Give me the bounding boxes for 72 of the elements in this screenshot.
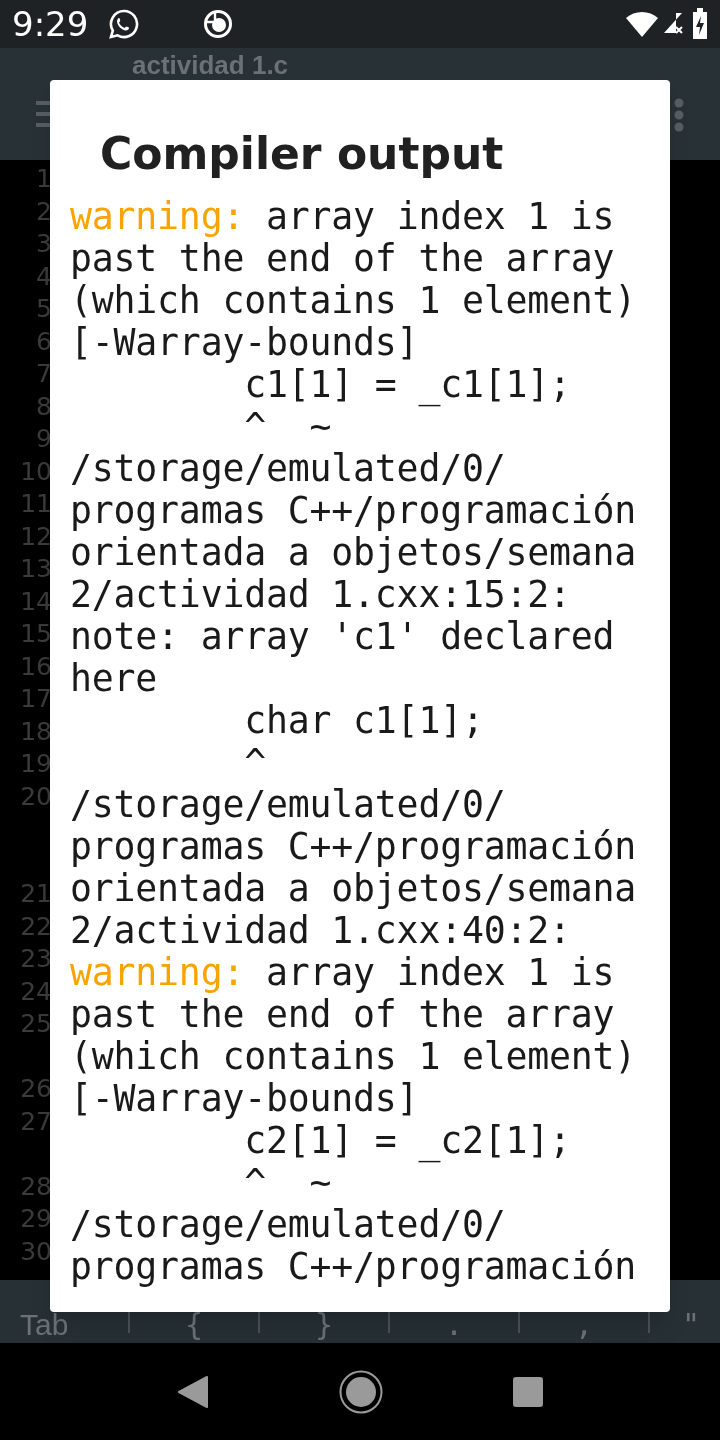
key-button[interactable]: .	[390, 1311, 518, 1339]
line-number: 7	[36, 359, 52, 388]
output-line: here	[70, 658, 158, 700]
line-number: 28	[20, 1171, 52, 1201]
output-line: orientada a objetos/semana	[70, 532, 637, 574]
key-button[interactable]: {	[130, 1311, 258, 1339]
line-number: 1	[36, 164, 52, 193]
output-line: programas C++/programación	[70, 1246, 637, 1288]
status-time: 9:29	[12, 7, 89, 41]
back-icon[interactable]	[177, 1374, 209, 1409]
output-line: /storage/emulated/0/	[70, 1204, 506, 1246]
line-number: 23	[20, 944, 52, 973]
output-line: 2/actividad 1.cxx:40:2:	[70, 910, 571, 952]
line-number: 17	[20, 684, 52, 713]
line-number: 8	[36, 391, 52, 421]
output-line: /storage/emulated/0/	[70, 448, 506, 490]
line-number: 10	[20, 456, 52, 486]
ring-icon	[202, 8, 235, 40]
line-number: 21	[20, 879, 52, 908]
line-number: 14	[20, 586, 52, 616]
key-button[interactable]: "	[650, 1311, 700, 1339]
line-number: 11	[20, 489, 52, 518]
wifi-icon	[626, 11, 658, 37]
output-line: ^	[243, 742, 266, 784]
output-line: 2/actividad 1.cxx:15:2:	[70, 574, 571, 616]
output-line: past the end of the array	[70, 238, 615, 280]
output-line: (which contains 1 element)	[70, 1036, 637, 1078]
output-line: [-Warray-bounds]	[70, 1078, 419, 1120]
chat-bubble-icon	[108, 8, 141, 40]
output-line: ^ ~	[243, 1162, 332, 1204]
line-number: 4	[36, 261, 52, 291]
output-line: programas C++/programación	[70, 490, 637, 532]
line-number: 2	[36, 196, 52, 226]
line-number: 30	[20, 1236, 52, 1266]
output-line: past the end of the array	[70, 994, 615, 1036]
line-number: 22	[20, 911, 52, 941]
recents-icon[interactable]	[513, 1376, 543, 1407]
key-button[interactable]: }	[260, 1311, 388, 1339]
line-number: 27	[20, 1106, 52, 1136]
output-line: [-Warray-bounds]	[70, 322, 419, 364]
line-number: 15	[20, 619, 52, 648]
home-icon[interactable]	[339, 1369, 383, 1414]
line-number: 12	[20, 521, 52, 551]
key-button[interactable]: ,	[520, 1311, 648, 1339]
output-line: warning: array index 1 is	[70, 196, 615, 238]
line-number: 18	[20, 716, 52, 746]
line-number: 25	[20, 1009, 52, 1038]
battery-icon	[692, 8, 708, 40]
output-line: c1[1] = _c1[1];	[243, 364, 571, 406]
line-number: 6	[36, 326, 52, 356]
output-line: /storage/emulated/0/	[70, 784, 506, 826]
dialog-title: Compiler output	[100, 128, 504, 180]
line-number: 19	[20, 749, 52, 778]
output-line: note: array 'c1' declared	[70, 616, 615, 658]
key-button[interactable]: Tab	[20, 1311, 128, 1339]
output-line: warning: array index 1 is	[70, 952, 615, 994]
line-number: 9	[36, 424, 52, 453]
output-line: c2[1] = _c2[1];	[243, 1120, 571, 1162]
line-number: 3	[36, 229, 52, 258]
line-number: 29	[20, 1204, 52, 1233]
line-number: 13	[20, 554, 52, 583]
output-line: programas C++/programación	[70, 826, 637, 868]
output-line: (which contains 1 element)	[70, 280, 637, 322]
output-line: ^ ~	[243, 406, 332, 448]
line-number: 5	[36, 294, 52, 323]
output-line: orientada a objetos/semana	[70, 868, 637, 910]
line-number: 26	[20, 1074, 52, 1103]
line-number: 24	[20, 976, 52, 1006]
output-line: char c1[1];	[243, 700, 484, 742]
line-number: 20	[20, 781, 52, 811]
file-title: actividad 1.c	[132, 52, 289, 78]
line-number: 16	[20, 651, 52, 681]
